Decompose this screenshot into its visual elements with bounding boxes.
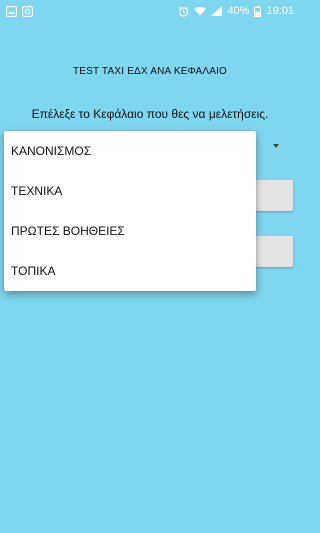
- dropdown-item-texnika[interactable]: ΤΕΧΝΙΚΑ: [4, 171, 256, 211]
- battery-percent: 40%: [227, 5, 250, 17]
- clock: 19:01: [266, 5, 294, 17]
- input-field-2[interactable]: [256, 236, 293, 267]
- wifi-icon: [194, 6, 207, 16]
- image-icon: [6, 5, 17, 17]
- app-notification-icon: [22, 5, 33, 17]
- battery-icon: [254, 5, 262, 17]
- status-left-icons: [6, 5, 33, 17]
- instruction-text: Επέλεξε το Κεφάλαιο που θες να μελετήσει…: [31, 107, 269, 121]
- signal-icon: [211, 6, 223, 16]
- input-field-1[interactable]: [256, 180, 293, 211]
- chapter-dropdown: ΚΑΝΟΝΙΣΜΟΣ ΤΕΧΝΙΚΑ ΠΡΩΤΕΣ ΒΟΗΘΕΙΕΣ ΤΟΠΙΚ…: [4, 131, 256, 291]
- dropdown-item-kanonismos[interactable]: ΚΑΝΟΝΙΣΜΟΣ: [4, 131, 256, 171]
- status-bar: 40% 19:01: [0, 0, 300, 22]
- dropdown-item-protes-voitheies[interactable]: ΠΡΩΤΕΣ ΒΟΗΘΕΙΕΣ: [4, 211, 256, 251]
- chapter-spinner-arrow-icon[interactable]: [270, 138, 282, 148]
- page-title: TEST TAXI ΕΔΧ ΑΝΑ ΚΕΦΑΛΑΙΟ: [72, 66, 228, 77]
- alarm-icon: [178, 6, 189, 17]
- status-right-icons: 40% 19:01: [178, 5, 294, 17]
- dropdown-item-topika[interactable]: ΤΟΠΙΚΑ: [4, 251, 256, 291]
